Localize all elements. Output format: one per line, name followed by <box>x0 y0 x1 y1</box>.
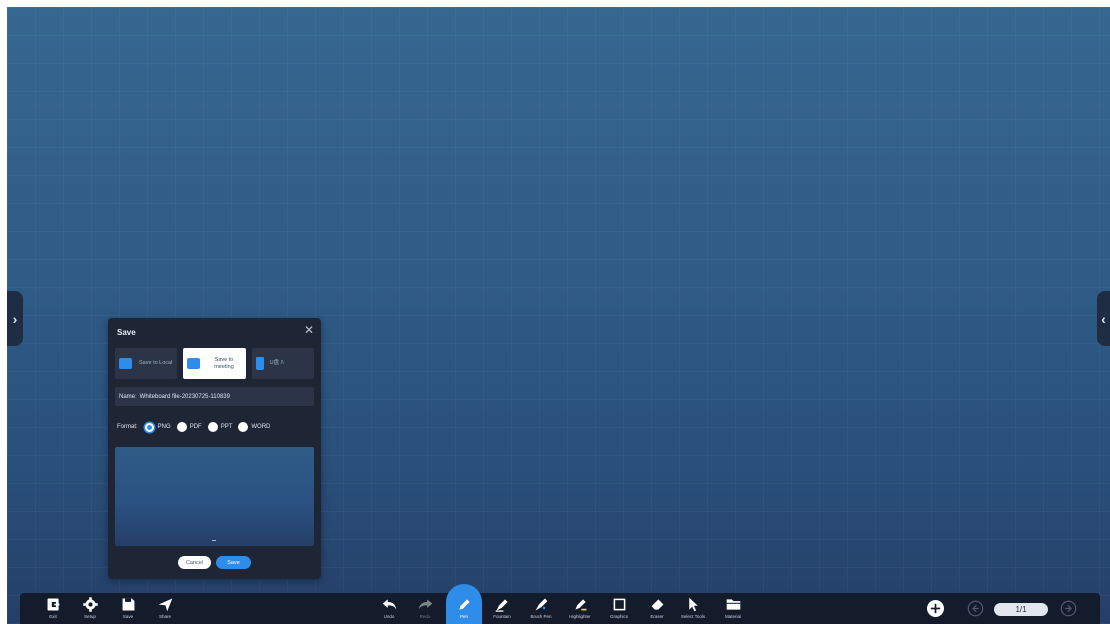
save-to-local-label: Save to Local <box>139 360 173 366</box>
brush-pen-label: Brush Pen <box>530 614 552 619</box>
pen-icon <box>450 596 478 613</box>
arrow-right-icon <box>1060 600 1077 617</box>
arrow-left-icon <box>967 600 984 617</box>
highlighter-label: Highlighter <box>569 614 591 619</box>
dialog-title: Save <box>117 328 136 337</box>
plus-icon <box>927 600 944 617</box>
usb-drive-label: U盘 /\ <box>269 360 284 366</box>
undo-button[interactable]: Undo <box>375 596 403 619</box>
save-button[interactable]: Save <box>216 556 251 569</box>
next-page-button[interactable] <box>1060 600 1077 617</box>
eraser-button[interactable]: Eraser <box>643 596 671 619</box>
graphics-label: Graphics <box>609 614 628 619</box>
setup-label: Setup <box>84 614 96 619</box>
material-button[interactable]: Material <box>719 596 747 619</box>
save-preview <box>115 447 314 546</box>
select-tools-button[interactable]: Select Tools <box>679 596 707 619</box>
fountain-pen-icon <box>488 596 516 613</box>
usb-drive-icon <box>255 357 264 370</box>
eraser-icon <box>643 596 671 613</box>
select-tools-label: Select Tools <box>680 614 706 619</box>
radio-icon <box>238 422 249 432</box>
share-icon <box>151 596 179 613</box>
exit-icon <box>39 596 67 613</box>
save-dialog: Save ✕ Save to Local Save to meeting U盘 … <box>108 318 321 579</box>
exit-button[interactable]: Exit <box>39 596 67 619</box>
close-icon[interactable]: ✕ <box>304 324 314 336</box>
undo-label: Undo <box>383 614 395 619</box>
save-destination-options: Save to Local Save to meeting U盘 /\ <box>115 348 314 379</box>
preview-page-indicator <box>212 540 216 541</box>
radio-icon <box>207 422 218 432</box>
save-to-meeting-option[interactable]: Save to meeting <box>183 348 246 379</box>
brush-pen-icon <box>527 596 555 613</box>
highlighter-icon <box>566 596 594 613</box>
bottom-toolbar: Exit Setup Save Share Undo Redo Pen Foun… <box>20 584 1100 624</box>
add-page-button[interactable] <box>927 600 944 617</box>
right-panel-toggle[interactable]: ‹ <box>1097 291 1110 346</box>
radio-icon <box>176 422 187 432</box>
format-ppt-label: PPT <box>220 424 233 430</box>
exit-label: Exit <box>49 614 57 619</box>
cursor-icon <box>679 596 707 613</box>
format-options: Format: PNG PDF PPT WORD <box>117 422 273 432</box>
share-button[interactable]: Share <box>151 596 179 619</box>
format-png-label: PNG <box>157 424 171 430</box>
format-ppt-option[interactable]: PPT <box>207 422 233 432</box>
save-to-meeting-label: Save to meeting <box>214 356 234 370</box>
highlighter-button[interactable]: Highlighter <box>566 596 594 619</box>
meeting-icon <box>187 358 201 369</box>
name-value: Whiteboard file-20230725-110839 <box>139 393 230 400</box>
previous-page-button[interactable] <box>967 600 984 617</box>
page-indicator: 1/1 <box>994 603 1048 616</box>
save-icon <box>114 596 142 613</box>
format-pdf-option[interactable]: PDF <box>176 422 202 432</box>
usb-drive-option[interactable]: U盘 /\ <box>251 348 314 379</box>
gear-icon <box>76 596 104 613</box>
format-png-option[interactable]: PNG <box>144 422 171 432</box>
save-tool-label: Save <box>122 614 134 619</box>
undo-icon <box>375 596 403 613</box>
eraser-label: Eraser <box>650 614 664 619</box>
share-label: Share <box>158 614 171 619</box>
pen-tool-button[interactable]: Pen <box>450 596 478 619</box>
folder-icon <box>119 358 132 369</box>
save-to-local-option[interactable]: Save to Local <box>115 348 178 379</box>
graphics-button[interactable]: Graphics <box>605 596 633 619</box>
brush-pen-button[interactable]: Brush Pen <box>527 596 555 619</box>
folder-icon <box>719 596 747 613</box>
square-icon <box>605 596 633 613</box>
format-label: Format: <box>117 424 138 430</box>
fountain-pen-button[interactable]: Fountain <box>488 596 516 619</box>
fountain-label: Fountain <box>493 614 511 619</box>
radio-checked-icon <box>144 422 154 432</box>
redo-icon <box>411 596 439 613</box>
name-label: Name: <box>119 393 137 400</box>
cancel-button[interactable]: Cancel <box>178 556 211 569</box>
redo-label: Redo <box>419 614 431 619</box>
setup-button[interactable]: Setup <box>76 596 104 619</box>
format-word-option[interactable]: WORD <box>238 422 270 432</box>
save-toolbar-button[interactable]: Save <box>114 596 142 619</box>
file-name-field[interactable]: Name: Whiteboard file-20230725-110839 <box>115 387 314 406</box>
redo-button[interactable]: Redo <box>411 596 439 619</box>
material-label: Material <box>724 614 741 619</box>
pen-label: Pen <box>459 614 468 619</box>
format-pdf-label: PDF <box>189 424 202 430</box>
format-word-label: WORD <box>251 424 271 430</box>
left-panel-toggle[interactable]: › <box>7 291 23 346</box>
